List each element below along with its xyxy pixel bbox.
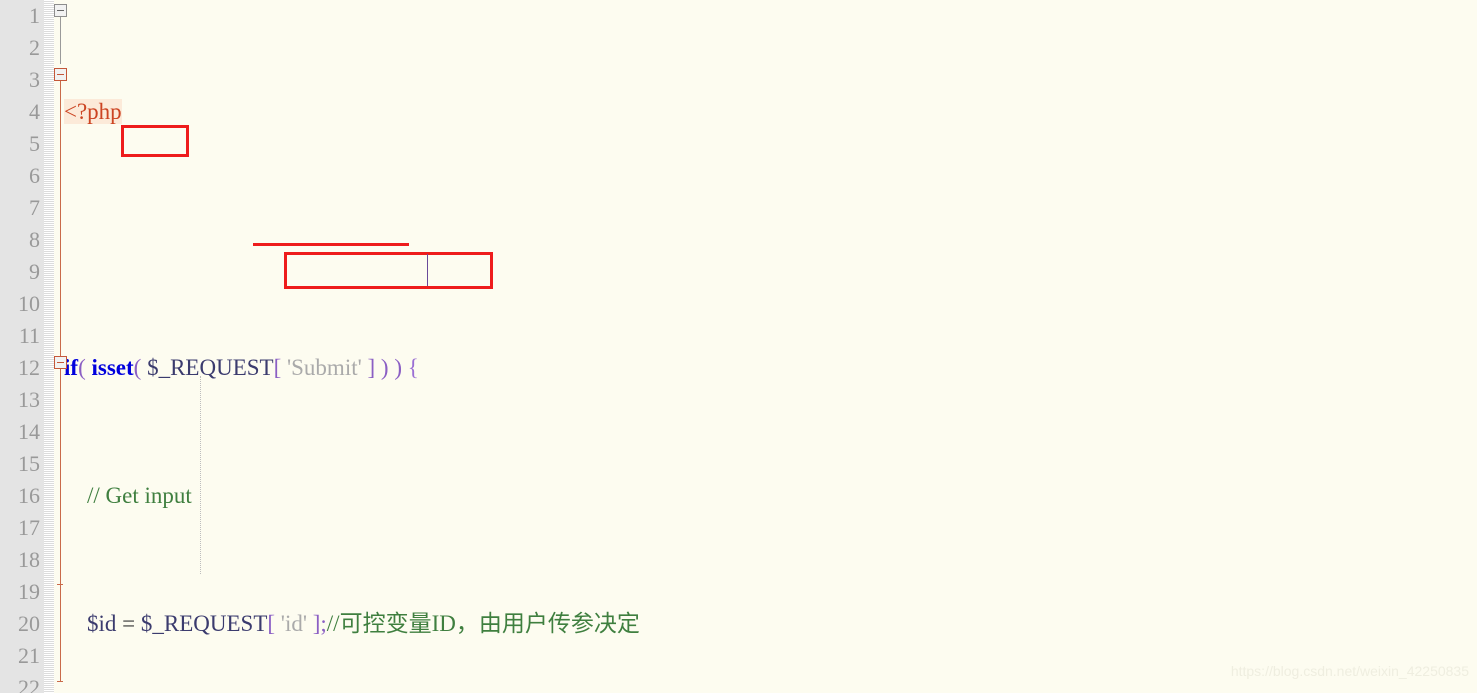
paren: ( xyxy=(78,355,92,380)
comment-chinese-note: //可控变量ID，由用户传参决定 xyxy=(326,611,640,636)
string-submit: 'Submit' xyxy=(287,355,362,380)
line-number: 14 xyxy=(18,419,40,444)
line-number: 19 xyxy=(18,579,40,604)
bracket: ] xyxy=(361,355,381,380)
code-line-4[interactable]: // Get input xyxy=(64,480,1477,512)
code-line-5[interactable]: $id = $_REQUEST[ 'id' ];//可控变量ID，由用户传参决定 xyxy=(64,608,1477,640)
line-number: 12 xyxy=(18,355,40,380)
operator-assign: = xyxy=(116,611,141,636)
line-number-column: 1 2 3 4 5 6 7 8 9 10 11 12 13 14 15 16 1… xyxy=(0,0,40,693)
line-number: 18 xyxy=(18,547,40,572)
paren: ) xyxy=(394,355,408,380)
bracket: ] xyxy=(306,611,321,636)
code-editor[interactable]: 1 2 3 4 5 6 7 8 9 10 11 12 13 14 15 16 1… xyxy=(0,0,1477,693)
bracket: [ xyxy=(273,355,287,380)
fold-connector-line xyxy=(60,74,61,682)
paren: ) xyxy=(380,355,395,380)
line-number: 20 xyxy=(18,611,40,636)
line-number: 11 xyxy=(18,323,40,348)
code-area[interactable]: <?php if( isset( $_REQUEST[ 'Submit' ] )… xyxy=(64,0,1477,693)
php-open-tag: <?php xyxy=(64,99,122,124)
line-number: 8 xyxy=(29,227,40,252)
fold-toggle-if-block[interactable] xyxy=(54,68,67,81)
line-number: 5 xyxy=(29,131,40,156)
line-number: 22 xyxy=(18,675,40,693)
line-number: 1 xyxy=(29,3,40,28)
code-line-2[interactable] xyxy=(64,224,1477,256)
line-number: 21 xyxy=(18,643,40,668)
code-fold-column[interactable] xyxy=(54,0,68,693)
fold-connector-line xyxy=(60,17,61,64)
code-line-1[interactable]: <?php xyxy=(64,96,1477,128)
string-id: 'id' xyxy=(280,611,307,636)
paren: ( xyxy=(133,355,148,380)
watermark-url: https://blog.csdn.net/weixin_42250835 xyxy=(1230,663,1469,679)
variable-id: $id xyxy=(87,611,117,636)
keyword-isset: isset xyxy=(91,355,134,380)
superglobal-request: $_REQUEST xyxy=(147,355,274,380)
comment-get-input: // Get input xyxy=(87,483,192,508)
annotation-underline-select-columns xyxy=(253,243,409,246)
line-number: 15 xyxy=(18,451,40,476)
line-number: 10 xyxy=(18,291,40,316)
line-number: 2 xyxy=(29,35,40,60)
line-number: 4 xyxy=(29,99,40,124)
fold-end-marker-while xyxy=(57,584,63,585)
bracket: [ xyxy=(267,611,281,636)
gutter-edge-stripe xyxy=(44,0,54,693)
fold-toggle-while-block[interactable] xyxy=(54,356,67,369)
line-number: 9 xyxy=(29,259,40,284)
line-number: 16 xyxy=(18,483,40,508)
code-line-3[interactable]: if( isset( $_REQUEST[ 'Submit' ] ) ) { xyxy=(64,352,1477,384)
line-number: 3 xyxy=(29,67,40,92)
line-number: 17 xyxy=(18,515,40,540)
text-cursor xyxy=(427,254,428,286)
fold-toggle-php-block[interactable] xyxy=(54,4,67,17)
line-number: 7 xyxy=(29,195,40,220)
superglobal-request: $_REQUEST xyxy=(140,611,268,636)
line-number: 13 xyxy=(18,387,40,412)
brace-open: { xyxy=(407,355,419,380)
line-number: 6 xyxy=(29,163,40,188)
fold-end-marker-if xyxy=(57,681,63,682)
